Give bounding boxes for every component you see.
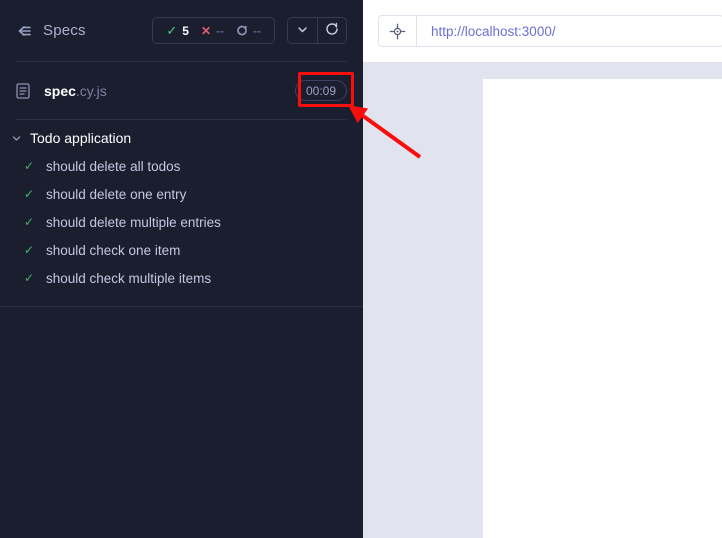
reload-icon	[325, 22, 339, 39]
header-button-group	[287, 17, 347, 44]
test-row[interactable]: ✓ should delete one entry	[0, 180, 363, 208]
chevron-down-icon[interactable]	[10, 132, 22, 144]
test-label: should check one item	[46, 242, 181, 258]
suite-row-todo-application[interactable]: Todo application	[0, 124, 363, 152]
cypress-test-runner: Specs ✓ 5 ✕ -- -- spec.cy.js 00:09 Todo …	[0, 0, 722, 538]
stat-pending-count: --	[253, 23, 261, 38]
spec-divider	[16, 119, 347, 120]
test-list: ✓ should delete all todos ✓ should delet…	[0, 152, 363, 306]
spec-file-row[interactable]: spec.cy.js 00:09	[0, 62, 363, 119]
pending-icon	[236, 25, 248, 37]
page-title: Specs	[43, 22, 86, 39]
test-row[interactable]: ✓ should delete all todos	[0, 152, 363, 180]
stat-failed: ✕ --	[197, 24, 228, 38]
check-icon: ✓	[24, 159, 35, 173]
check-icon: ✓	[24, 243, 35, 257]
url-bar-container: http://localhost:3000/	[363, 0, 722, 62]
specs-header: Specs ✓ 5 ✕ -- --	[0, 0, 363, 61]
check-icon: ✓	[24, 187, 35, 201]
stat-failed-count: --	[216, 23, 224, 38]
cross-icon: ✕	[200, 23, 211, 38]
file-document-icon	[14, 82, 32, 100]
app-preview-pane: http://localhost:3000/	[363, 0, 722, 538]
collapse-left-icon[interactable]	[14, 21, 34, 41]
test-label: should delete all todos	[46, 158, 181, 174]
app-preview-area	[363, 62, 722, 538]
selector-playground-crosshair-icon[interactable]	[379, 16, 417, 46]
reload-button[interactable]	[317, 18, 346, 43]
stat-pending: --	[232, 24, 265, 38]
url-text[interactable]: http://localhost:3000/	[431, 24, 556, 39]
spec-file-name: spec.cy.js	[44, 83, 107, 99]
spec-file-basename: spec	[44, 82, 76, 99]
test-row[interactable]: ✓ should delete multiple entries	[0, 208, 363, 236]
suite-label: Todo application	[30, 130, 132, 146]
url-bar[interactable]: http://localhost:3000/	[378, 15, 722, 47]
app-iframe[interactable]	[483, 79, 722, 538]
check-icon: ✓	[166, 23, 178, 38]
stat-passed: ✓ 5	[162, 24, 193, 38]
test-stats-group: ✓ 5 ✕ -- --	[152, 17, 275, 44]
test-list-divider	[0, 306, 363, 307]
specs-sidebar: Specs ✓ 5 ✕ -- -- spec.cy.js 00:09 Todo …	[0, 0, 363, 538]
test-label: should delete multiple entries	[46, 214, 221, 230]
check-icon: ✓	[24, 271, 35, 285]
test-label: should check multiple items	[46, 270, 212, 286]
chevron-down-button[interactable]	[288, 18, 317, 43]
check-icon: ✓	[24, 215, 35, 229]
spec-file-extension: .cy.js	[75, 82, 107, 99]
test-row[interactable]: ✓ should check one item	[0, 236, 363, 264]
stat-passed-count: 5	[182, 23, 189, 38]
chevron-down-icon	[296, 23, 309, 39]
test-label: should delete one entry	[46, 186, 187, 202]
spec-timer-badge: 00:09	[294, 80, 347, 101]
test-row[interactable]: ✓ should check multiple items	[0, 264, 363, 292]
